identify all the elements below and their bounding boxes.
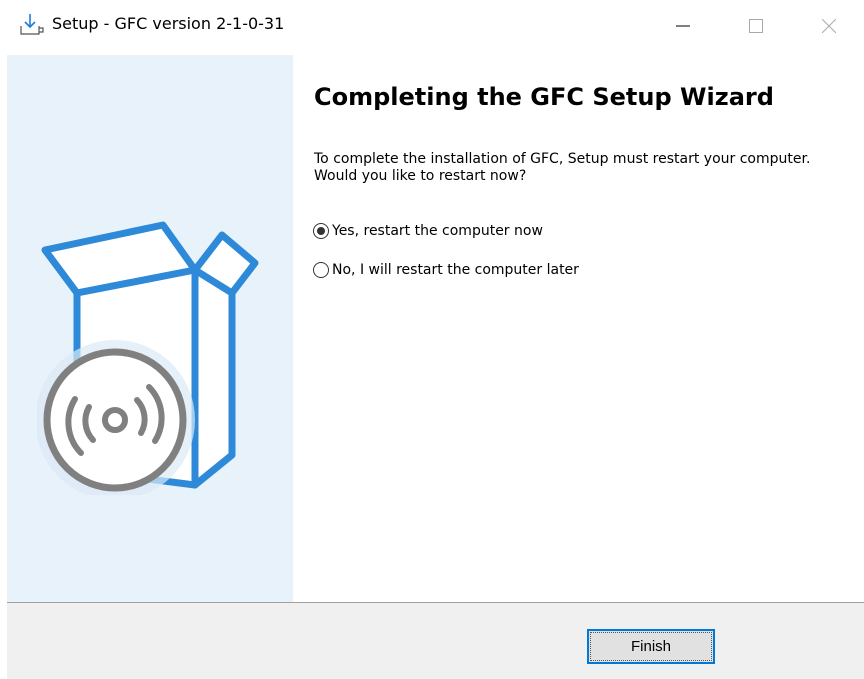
maximize-button[interactable] [733, 0, 779, 52]
focus-rectangle [590, 632, 712, 661]
title-bar[interactable]: Setup - GFC version 2-1-0-31 [0, 0, 864, 52]
restart-later-option[interactable]: No, I will restart the computer later [313, 260, 579, 280]
radio-button-unselected[interactable] [313, 262, 329, 278]
restart-now-label[interactable]: Yes, restart the computer now [332, 223, 543, 239]
radio-button-selected[interactable] [313, 223, 329, 239]
close-button[interactable] [806, 0, 852, 52]
minimize-button[interactable] [660, 0, 706, 52]
close-icon [822, 19, 836, 33]
restart-later-label[interactable]: No, I will restart the computer later [332, 262, 579, 278]
restart-description: To complete the installation of GFC, Set… [314, 151, 811, 184]
box-with-disc-icon [35, 215, 267, 500]
download-install-icon [19, 12, 45, 36]
wizard-footer: Finish [7, 603, 864, 679]
window-title: Setup - GFC version 2-1-0-31 [52, 14, 285, 33]
minimize-icon [676, 25, 690, 27]
wizard-side-panel [7, 55, 293, 602]
finish-button[interactable]: Finish [587, 629, 715, 664]
page-title: Completing the GFC Setup Wizard [314, 83, 774, 111]
setup-window: Setup - GFC version 2-1-0-31 Completing … [0, 0, 864, 679]
maximize-icon [749, 19, 763, 33]
restart-now-option[interactable]: Yes, restart the computer now [313, 221, 543, 241]
